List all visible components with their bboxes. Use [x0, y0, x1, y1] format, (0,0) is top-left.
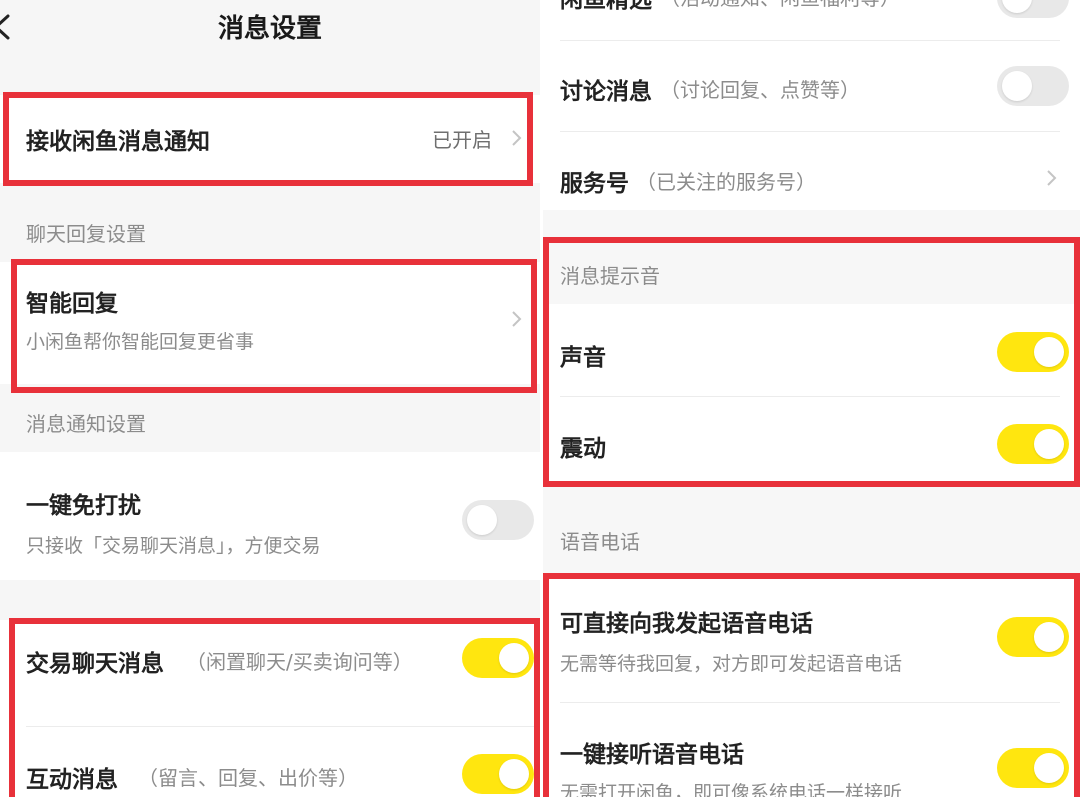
receive-notify-row[interactable]: 接收闲鱼消息通知 已开启 [0, 95, 540, 183]
vibration-title: 震动 [560, 436, 606, 462]
auto-answer-toggle[interactable] [997, 748, 1069, 788]
row-divider [560, 40, 1060, 41]
chevron-right-icon [1047, 170, 1057, 186]
dnd-toggle[interactable] [462, 500, 534, 540]
dnd-row: 一键免打扰 只接收「交易聊天消息」，方便交易 [0, 452, 540, 580]
chevron-right-icon [512, 130, 522, 146]
auto-answer-title: 一键接听语音电话 [560, 742, 744, 768]
notify-section-header: 消息通知设置 [26, 412, 146, 436]
idle-picks-note: （活动通知、闲鱼福利等） [660, 0, 900, 11]
trade-chat-title: 交易聊天消息 [26, 651, 164, 677]
smart-reply-title: 智能回复 [26, 291, 118, 317]
sound-toggle[interactable] [997, 332, 1069, 372]
message-type-group: 交易聊天消息 （闲置聊天/买卖询问等） 互动消息 （留言、回复、出价等） [0, 620, 540, 797]
discussion-title: 讨论消息 [560, 79, 652, 105]
dnd-title: 一键免打扰 [26, 493, 141, 519]
service-title[interactable]: 服务号 [560, 164, 629, 198]
vibration-toggle[interactable] [997, 424, 1069, 464]
trade-chat-toggle[interactable] [462, 638, 534, 678]
interaction-toggle[interactable] [462, 754, 534, 794]
row-divider [560, 702, 1060, 703]
auto-answer-subtitle: 无需打开闲鱼，即可像系统电话一样接听 [560, 782, 903, 797]
row-divider [560, 396, 1060, 397]
chat-reply-section-header: 聊天回复设置 [26, 222, 146, 246]
left-panel: 消息设置 接收闲鱼消息通知 已开启 聊天回复设置 智能回复 小闲鱼帮你智能回复更… [0, 0, 540, 797]
smart-reply-subtitle: 小闲鱼帮你智能回复更省事 [26, 331, 255, 353]
right-panel: 闲鱼精选 （活动通知、闲鱼福利等） 讨论消息 （讨论回复、点赞等） 服务号 （已… [543, 0, 1080, 797]
row-divider [26, 726, 540, 727]
direct-call-title: 可直接向我发起语音电话 [560, 611, 813, 637]
discussion-toggle[interactable] [997, 66, 1069, 106]
sound-title: 声音 [560, 345, 606, 371]
chevron-right-icon [512, 311, 522, 327]
service-note: （已关注的服务号） [636, 170, 816, 194]
discussion-note: （讨论回复、点赞等） [660, 78, 860, 102]
direct-call-toggle[interactable] [997, 617, 1069, 657]
voice-group: 可直接向我发起语音电话 无需等待我回复，对方即可发起语音电话 一键接听语音电话 … [543, 578, 1080, 797]
direct-call-subtitle: 无需等待我回复，对方即可发起语音电话 [560, 653, 903, 675]
smart-reply-row[interactable]: 智能回复 小闲鱼帮你智能回复更省事 [0, 262, 540, 384]
idle-picks-title: 闲鱼精选 [560, 0, 652, 13]
message-type-group-continued: 闲鱼精选 （活动通知、闲鱼福利等） 讨论消息 （讨论回复、点赞等） 服务号 （已… [543, 0, 1080, 210]
title-bar: 消息设置 [0, 0, 540, 60]
interaction-note: （留言、回复、出价等） [138, 766, 358, 790]
idle-picks-toggle[interactable] [997, 0, 1069, 18]
receive-notify-title: 接收闲鱼消息通知 [26, 129, 210, 155]
dnd-subtitle: 只接收「交易聊天消息」，方便交易 [26, 535, 321, 557]
voice-section-header: 语音电话 [560, 530, 640, 554]
sound-section-header: 消息提示音 [560, 264, 660, 288]
page-title: 消息设置 [217, 14, 322, 44]
row-divider [560, 131, 1060, 132]
receive-notify-status: 已开启 [432, 128, 492, 152]
sound-group: 声音 震动 [543, 304, 1080, 482]
trade-chat-note: （闲置聊天/买卖询问等） [186, 650, 413, 674]
interaction-title: 互动消息 [26, 767, 118, 793]
